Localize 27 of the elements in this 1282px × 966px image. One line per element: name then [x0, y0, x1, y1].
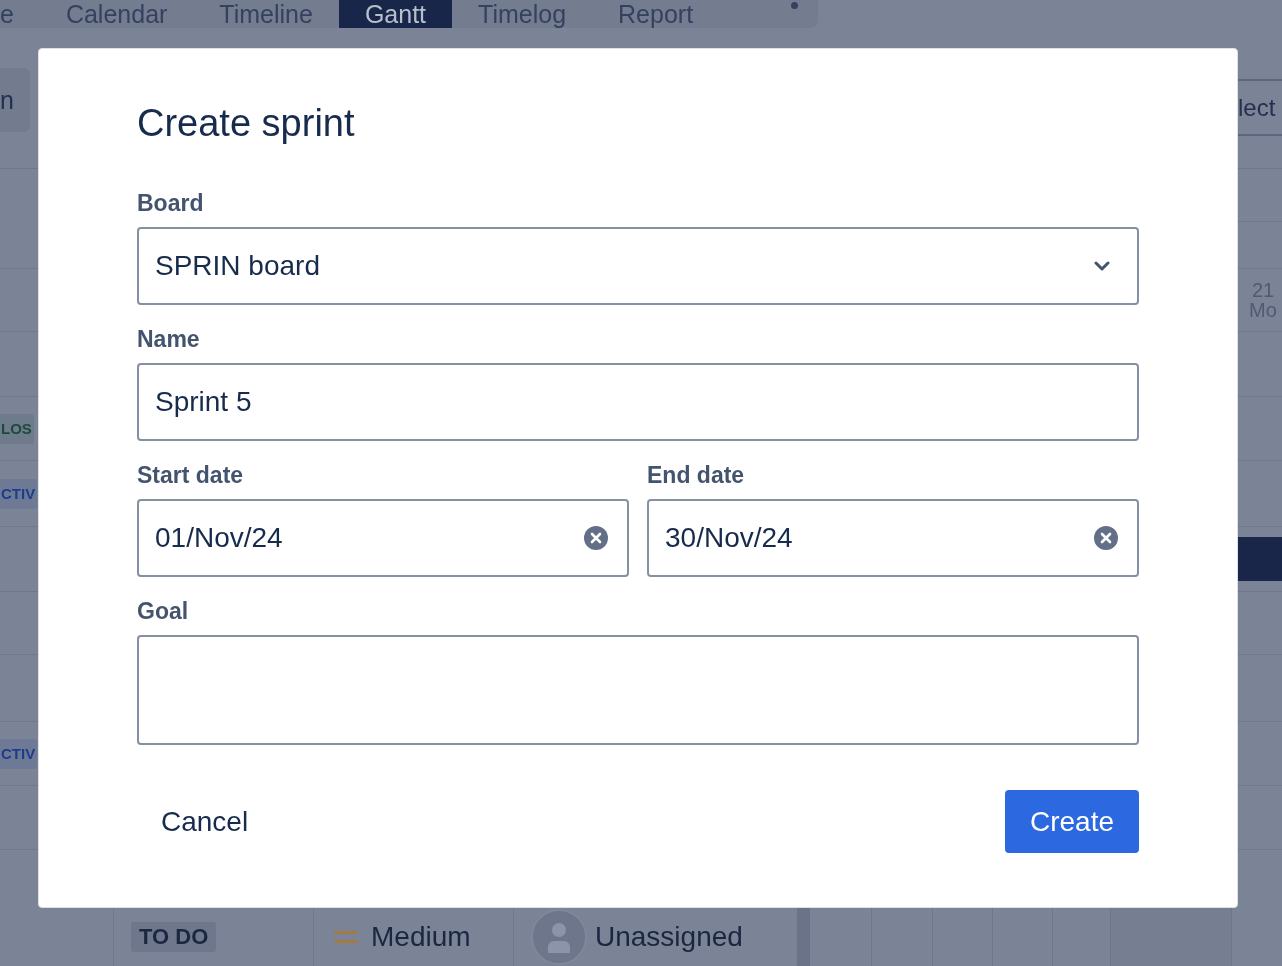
text-button[interactable]: Cancel: [137, 790, 273, 853]
status-badge: LOS: [0, 413, 34, 444]
status-badge: TO DO: [131, 922, 217, 952]
clear-icon[interactable]: [1094, 526, 1118, 550]
field-label: Board: [137, 191, 205, 215]
status-badge: CTIV: [0, 478, 38, 509]
field-label: Name: [137, 327, 201, 351]
priority-icon: [334, 930, 358, 944]
date-field[interactable]: 30/Nov/24: [647, 499, 1139, 577]
field-label: End date: [647, 463, 746, 487]
text-field[interactable]: Sprint 5: [137, 363, 1139, 441]
priority-text: Medium: [371, 921, 471, 953]
dialog-title: Create sprint: [137, 101, 355, 146]
tab[interactable]: Gantt: [338, 0, 453, 28]
assignee-text: Unassigned: [595, 921, 743, 953]
dropdown-field[interactable]: SPRIN board: [137, 227, 1139, 305]
field-label: Goal: [137, 599, 190, 623]
gantt-bar: [1238, 537, 1282, 581]
field-label: Start date: [137, 463, 245, 487]
primary-button[interactable]: Create: [1004, 790, 1139, 853]
dot-icon[interactable]: [791, 2, 798, 9]
status-badge: CTIV: [0, 738, 38, 769]
toolbar-button[interactable]: n: [0, 68, 30, 132]
chevron-down-icon: [1094, 261, 1110, 271]
clear-icon[interactable]: [584, 526, 608, 550]
date-field[interactable]: 01/Nov/24: [137, 499, 629, 577]
textarea-field[interactable]: [137, 635, 1139, 745]
